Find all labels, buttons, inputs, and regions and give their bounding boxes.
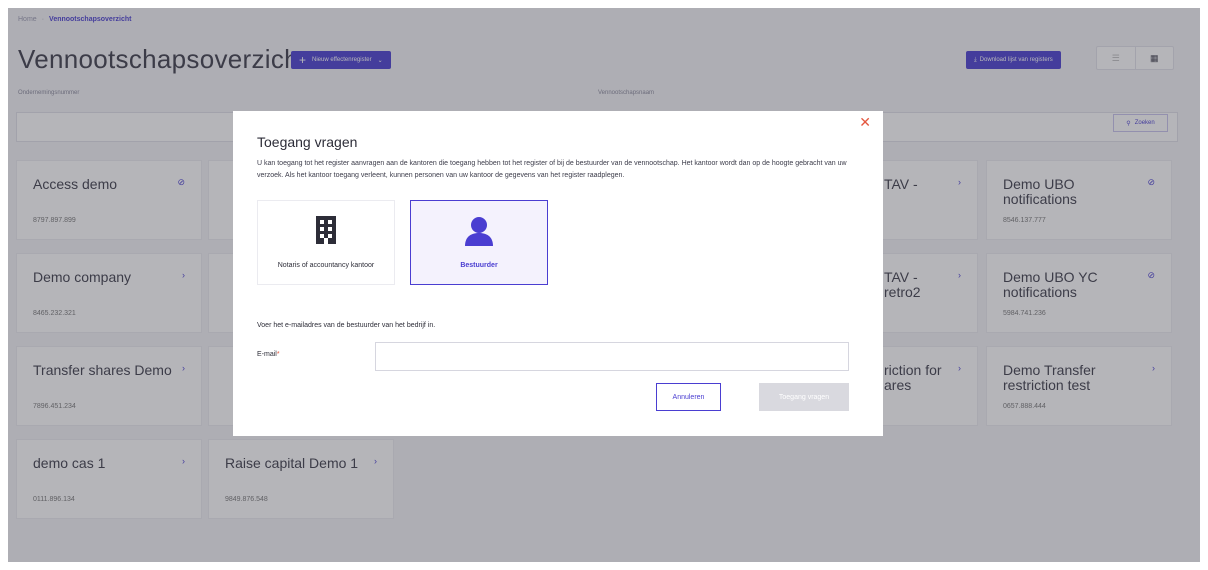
email-label: E-mail* [257,351,280,358]
dialog-title: Toegang vragen [257,134,358,150]
dialog-description: U kan toegang tot het register aanvragen… [257,160,847,179]
option-notary-office[interactable]: Notaris of accountancy kantoor [257,200,395,285]
person-icon [464,216,494,251]
option-director[interactable]: Bestuurder [410,200,548,285]
request-access-button[interactable]: Toegang vragen [759,383,849,411]
cancel-button[interactable]: Annuleren [656,383,721,411]
building-icon [316,216,336,249]
option-label: Notaris of accountancy kantoor [277,262,375,269]
email-helper-text: Voer het e-mailadres van de bestuurder v… [257,322,436,329]
required-asterisk: * [276,351,280,358]
email-field[interactable] [375,342,849,371]
option-label: Bestuurder [460,262,498,269]
request-access-dialog: ✕ Toegang vragen U kan toegang tot het r… [233,111,883,436]
close-icon[interactable]: ✕ [859,114,871,131]
